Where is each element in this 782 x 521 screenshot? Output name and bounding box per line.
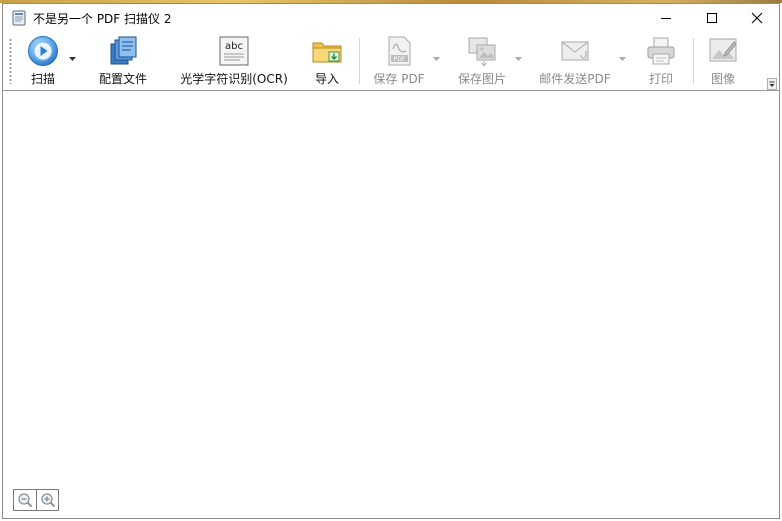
- save-image-dropdown-arrow-icon[interactable]: [515, 57, 522, 62]
- image-button[interactable]: 图像: [705, 34, 741, 88]
- document-canvas[interactable]: [3, 90, 779, 518]
- close-icon: [751, 12, 763, 23]
- scan-label: 扫描: [30, 72, 55, 86]
- image-label: 图像: [710, 72, 735, 86]
- save-pdf-icon: PDF: [388, 36, 411, 66]
- zoom-out-button[interactable]: [14, 490, 36, 510]
- ocr-label: 光学字符识别(OCR): [180, 72, 288, 86]
- maximize-button[interactable]: [689, 4, 735, 31]
- minimize-icon: [661, 17, 671, 19]
- toolbar-grip[interactable]: [9, 38, 12, 84]
- zoom-out-icon: [18, 493, 33, 508]
- email-pdf-dropdown-arrow-icon[interactable]: [619, 57, 626, 62]
- email-pdf-button[interactable]: 邮件发送PDF: [537, 34, 613, 88]
- toolbar-separator: [359, 38, 360, 84]
- zoom-controls: [13, 489, 59, 511]
- pdf-icon-text: PDF: [394, 56, 406, 63]
- print-label: 打印: [648, 72, 673, 86]
- print-button[interactable]: 打印: [643, 34, 679, 88]
- email-envelope-icon: [561, 41, 589, 61]
- toolbar-overflow-icon[interactable]: [767, 78, 777, 90]
- zoom-in-icon: [40, 493, 55, 508]
- profiles-label: 配置文件: [98, 72, 147, 86]
- ocr-icon-text: abc: [225, 41, 243, 52]
- save-image-button[interactable]: 保存图片: [453, 34, 511, 88]
- zoom-in-button[interactable]: [36, 490, 58, 510]
- profiles-button[interactable]: 配置文件: [95, 34, 151, 88]
- title-bar[interactable]: 不是另一个 PDF 扫描仪 2: [3, 4, 779, 31]
- profiles-documents-icon: [110, 36, 137, 65]
- image-edit-icon: [709, 38, 737, 62]
- save-pdf-dropdown-arrow-icon[interactable]: [433, 57, 440, 62]
- ocr-abc-icon: abc: [219, 36, 249, 66]
- printer-icon: [647, 37, 675, 65]
- import-button[interactable]: 导入: [309, 34, 345, 88]
- scan-dropdown-arrow-icon[interactable]: [69, 57, 76, 62]
- close-button[interactable]: [734, 4, 780, 31]
- save-pdf-label: 保存 PDF: [373, 72, 425, 86]
- app-window: 不是另一个 PDF 扫描仪 2 扫描 配置文件 abc 光学字符识别(OCR) …: [2, 3, 780, 519]
- save-pdf-button[interactable]: PDF 保存 PDF: [369, 34, 429, 88]
- save-image-label: 保存图片: [457, 72, 506, 86]
- window-title: 不是另一个 PDF 扫描仪 2: [33, 12, 172, 26]
- maximize-icon: [707, 12, 717, 23]
- minimize-button[interactable]: [643, 4, 689, 31]
- main-toolbar: 扫描 配置文件 abc 光学字符识别(OCR) 导入 PDF 保存 PDF 保存…: [3, 32, 779, 90]
- scan-button[interactable]: 扫描: [23, 34, 63, 88]
- import-folder-icon: [312, 42, 342, 63]
- import-label: 导入: [314, 72, 339, 86]
- toolbar-separator: [693, 38, 694, 84]
- scan-play-icon: [28, 36, 58, 66]
- ocr-button[interactable]: abc 光学字符识别(OCR): [177, 34, 291, 88]
- scanner-app-icon: [11, 10, 27, 26]
- email-pdf-label: 邮件发送PDF: [539, 72, 611, 86]
- save-image-icon: [468, 37, 496, 67]
